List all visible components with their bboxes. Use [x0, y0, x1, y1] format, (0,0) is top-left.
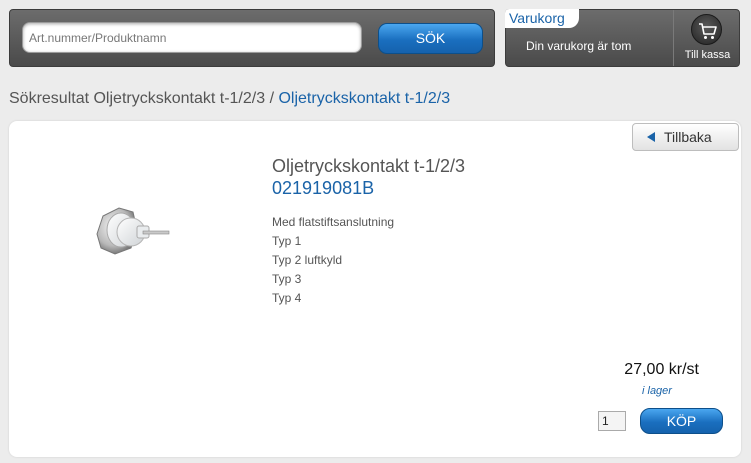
product-image [89, 196, 189, 276]
cart-status: Din varukorg är tom [526, 39, 632, 53]
description-line: Typ 4 [272, 291, 302, 305]
product-panel: Tillbaka Oljetryckskontakt t-1/2/3 02191… [9, 121, 741, 457]
breadcrumb-current[interactable]: Oljetryckskontakt t-1/2/3 [278, 90, 450, 107]
back-button[interactable]: Tillbaka [632, 123, 739, 151]
search-input[interactable] [22, 22, 362, 53]
description-line: Typ 3 [272, 272, 302, 286]
description-line: Typ 2 luftkyld [272, 253, 343, 267]
cart-divider [673, 10, 674, 66]
cart-panel: Varukorg Din varukorg är tom Till kassa [505, 9, 740, 67]
breadcrumb: Sökresultat Oljetryckskontakt t-1/2/3 / … [9, 90, 450, 108]
product-code: 021919081B [272, 178, 375, 198]
breadcrumb-separator: / [269, 90, 275, 107]
stock-status: i lager [642, 385, 672, 397]
search-bar: SÖK [9, 9, 495, 67]
description-line: Typ 1 [272, 234, 302, 248]
product-name: Oljetryckskontakt t-1/2/3 [272, 156, 466, 176]
left-arrow-icon [647, 132, 655, 142]
breadcrumb-search-results[interactable]: Sökresultat Oljetryckskontakt t-1/2/3 [9, 90, 265, 107]
checkout-label: Till kassa [684, 49, 731, 61]
product-description: Med flatstiftsanslutning Typ 1 Typ 2 luf… [272, 213, 394, 308]
product-price: 27,00 kr/st [624, 361, 699, 378]
description-line: Med flatstiftsanslutning [272, 215, 395, 229]
quantity-input[interactable] [598, 411, 626, 431]
buy-button[interactable]: KÖP [640, 408, 723, 434]
search-button[interactable]: SÖK [378, 23, 483, 54]
back-button-label: Tillbaka [664, 129, 712, 145]
cart-title[interactable]: Varukorg [505, 9, 579, 28]
checkout-button[interactable]: Till kassa [675, 10, 740, 66]
shopping-cart-icon [691, 14, 722, 45]
